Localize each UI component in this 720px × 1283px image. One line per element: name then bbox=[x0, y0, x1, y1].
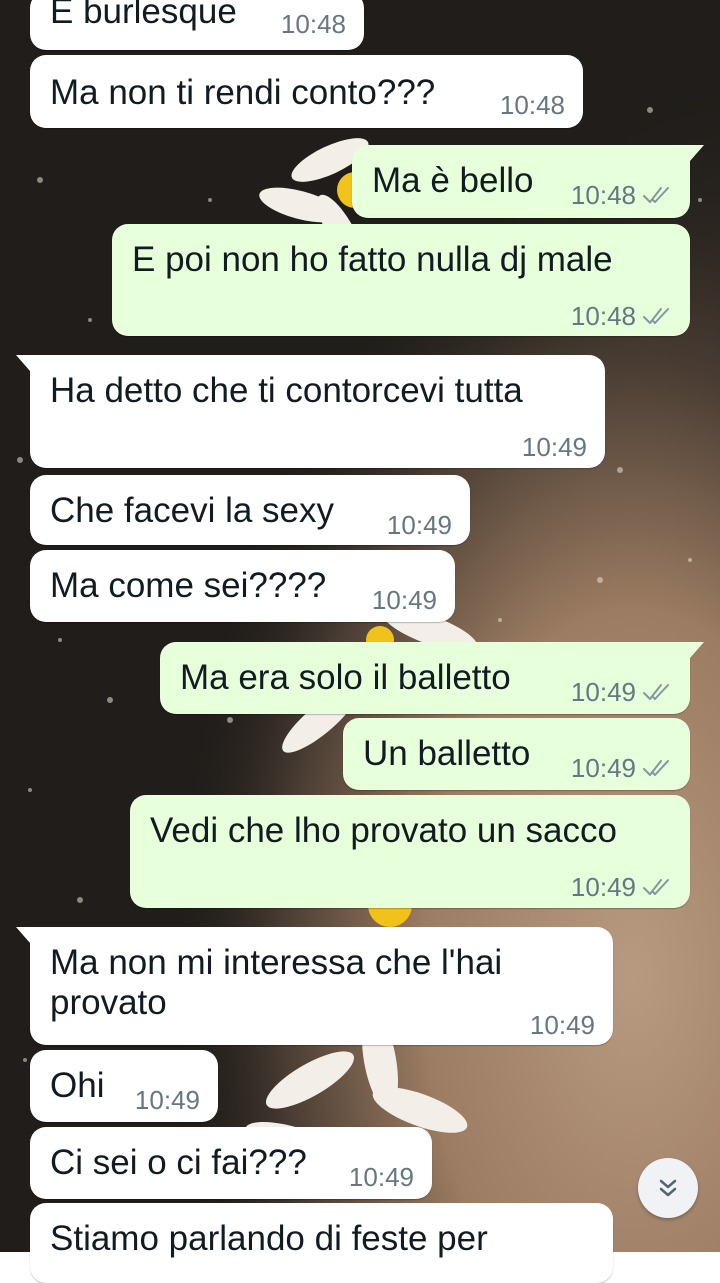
message-meta: 10:48 bbox=[571, 296, 672, 336]
message-timestamp: 10:49 bbox=[570, 677, 636, 707]
message-timestamp: 10:48 bbox=[570, 180, 636, 210]
message-timestamp: 10:49 bbox=[521, 432, 587, 462]
message-text: E burlesque bbox=[50, 0, 237, 31]
incoming-message-bubble[interactable]: Ha detto che ti contorcevi tutta 10:49 bbox=[16, 355, 605, 468]
message-text: Ma non ti rendi conto??? bbox=[50, 73, 436, 112]
message-text: Ohi bbox=[50, 1066, 105, 1105]
message-text: Ha detto che ti contorcevi tutta bbox=[50, 371, 523, 410]
incoming-message-bubble[interactable]: Stiamo parlando di feste per bbox=[30, 1203, 613, 1283]
message-text: Ma come sei???? bbox=[50, 566, 327, 605]
incoming-message-bubble[interactable]: Ohi 10:49 bbox=[30, 1050, 218, 1122]
message-meta: 10:48 bbox=[281, 4, 346, 44]
read-receipt-icon bbox=[643, 879, 669, 895]
message-text: Ci sei o ci fai??? bbox=[50, 1143, 307, 1182]
read-receipt-icon bbox=[643, 760, 669, 776]
message-meta: 10:49 bbox=[349, 1157, 414, 1197]
message-text: E poi non ho fatto nulla dj male bbox=[132, 240, 613, 279]
message-meta: 10:49 bbox=[387, 505, 452, 545]
message-meta: 10:48 bbox=[500, 85, 565, 125]
message-timestamp: 10:49 bbox=[529, 1010, 595, 1040]
message-meta: 10:49 bbox=[372, 580, 437, 620]
read-receipt-icon bbox=[643, 308, 669, 324]
scroll-to-bottom-button[interactable] bbox=[638, 1158, 698, 1218]
read-receipt-icon bbox=[643, 187, 669, 203]
outgoing-message-bubble[interactable]: Ma è bello 10:48 bbox=[352, 145, 704, 218]
message-text: Ma era solo il balletto bbox=[180, 658, 511, 697]
outgoing-message-bubble[interactable]: E poi non ho fatto nulla dj male 10:48 bbox=[112, 224, 690, 336]
incoming-message-bubble[interactable]: Ma non ti rendi conto??? 10:48 bbox=[30, 55, 583, 128]
incoming-message-bubble[interactable]: E burlesque 10:48 bbox=[30, 0, 364, 50]
message-meta: 10:49 bbox=[522, 427, 587, 467]
message-meta: 10:49 bbox=[571, 867, 672, 907]
message-text: Ma è bello bbox=[372, 161, 534, 200]
message-text: Vedi che lho provato un sacco bbox=[150, 811, 617, 850]
incoming-message-bubble[interactable]: Che facevi la sexy 10:49 bbox=[30, 475, 470, 545]
outgoing-message-bubble[interactable]: Vedi che lho provato un sacco 10:49 bbox=[130, 795, 690, 908]
message-text: Un balletto bbox=[363, 734, 531, 773]
incoming-message-bubble[interactable]: Ma come sei???? 10:49 bbox=[30, 550, 455, 622]
outgoing-message-bubble[interactable]: Ma era solo il balletto 10:49 bbox=[160, 642, 704, 714]
message-timestamp: 10:49 bbox=[386, 510, 452, 540]
message-text: Che facevi la sexy bbox=[50, 491, 335, 530]
message-text: Ma non mi interessa che l'hai provato bbox=[50, 943, 503, 1022]
message-meta: 10:49 bbox=[571, 672, 672, 712]
message-timestamp: 10:48 bbox=[499, 90, 565, 120]
message-timestamp: 10:49 bbox=[134, 1085, 200, 1115]
incoming-message-bubble[interactable]: Ma non mi interessa che l'hai provato 10:… bbox=[16, 927, 613, 1045]
message-timestamp: 10:48 bbox=[570, 301, 636, 331]
message-timestamp: 10:49 bbox=[371, 585, 437, 615]
message-meta: 10:48 bbox=[571, 175, 672, 215]
message-timestamp: 10:49 bbox=[570, 872, 636, 902]
double-chevron-down-icon bbox=[659, 1179, 677, 1197]
message-timestamp: 10:49 bbox=[570, 753, 636, 783]
message-timestamp: 10:48 bbox=[280, 9, 346, 39]
message-meta: 10:49 bbox=[530, 1005, 595, 1045]
message-meta: 10:49 bbox=[135, 1080, 200, 1120]
outgoing-message-bubble[interactable]: Un balletto 10:49 bbox=[343, 718, 690, 790]
incoming-message-bubble[interactable]: Ci sei o ci fai??? 10:49 bbox=[30, 1127, 432, 1199]
message-meta: 10:49 bbox=[571, 748, 672, 788]
message-text: Stiamo parlando di feste per bbox=[50, 1219, 488, 1258]
read-receipt-icon bbox=[643, 684, 669, 700]
message-timestamp: 10:49 bbox=[348, 1162, 414, 1192]
